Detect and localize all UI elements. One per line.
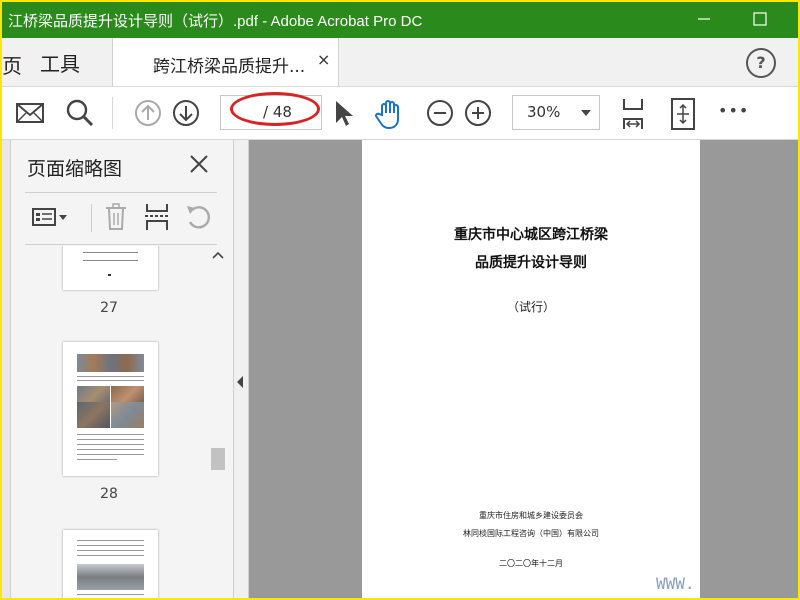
email-icon[interactable]	[14, 97, 46, 133]
zoom-out-icon[interactable]	[424, 97, 456, 133]
panel-toolbar	[11, 198, 233, 238]
chevron-left-icon	[237, 376, 243, 388]
more-options-icon[interactable]: •••	[718, 101, 749, 120]
thumbnail-options-icon[interactable]	[31, 206, 71, 234]
thumbnail-list: 27 28	[11, 246, 207, 598]
document-page: 重庆市中心城区跨江桥梁 品质提升设计导则 （试行） 重庆市住房和城乡建设委员会 …	[362, 140, 700, 598]
panel-tool-separator	[91, 204, 92, 232]
tab-bar: 页 工具 跨江桥梁品质提升... × ?	[2, 38, 798, 87]
chevron-down-icon	[581, 110, 591, 116]
fit-width-icon[interactable]	[618, 97, 648, 135]
hand-tool-icon[interactable]	[374, 97, 408, 135]
fit-page-icon[interactable]	[668, 97, 698, 135]
extract-pages-icon[interactable]	[143, 202, 171, 236]
watermark: WWW.	[656, 574, 695, 593]
minimize-button[interactable]	[692, 8, 716, 30]
delete-page-icon[interactable]	[103, 202, 129, 236]
document-subtitle: （试行）	[506, 300, 555, 314]
rotate-icon[interactable]	[183, 202, 213, 236]
document-title-line-2: 品质提升设计导则	[475, 255, 587, 271]
thumbnail-page[interactable]	[63, 246, 158, 290]
search-icon[interactable]	[64, 97, 96, 133]
thumbnail-page[interactable]	[63, 530, 158, 598]
close-tab-icon[interactable]: ×	[317, 50, 330, 69]
document-issuer-2: 林同棪国际工程咨询（中国）有限公司	[463, 529, 599, 538]
panel-divider	[25, 244, 217, 245]
scrollbar-thumb[interactable]	[211, 448, 225, 470]
panel-collapse-handle[interactable]	[234, 140, 249, 598]
thumbnails-panel: 页面缩略图 27 28	[11, 140, 234, 598]
document-viewer[interactable]: 重庆市中心城区跨江桥梁 品质提升设计导则 （试行） 重庆市住房和城乡建设委员会 …	[249, 140, 798, 598]
highlight-ring	[230, 92, 320, 126]
select-cursor-icon[interactable]	[330, 97, 358, 133]
panel-divider	[25, 192, 217, 193]
help-icon[interactable]: ?	[746, 48, 776, 78]
next-page-icon[interactable]	[170, 97, 202, 133]
tab-tools[interactable]: 工具	[40, 48, 80, 77]
tab-document[interactable]: 跨江桥梁品质提升... ×	[112, 38, 339, 86]
thumbnail-scrollbar[interactable]	[207, 246, 229, 598]
document-title-line-1: 重庆市中心城区跨江桥梁	[454, 227, 608, 243]
zoom-in-icon[interactable]	[462, 97, 494, 133]
thumbnail-page-number: 27	[100, 300, 118, 316]
close-panel-icon[interactable]	[187, 152, 211, 180]
toolbar: / 48 30% •••	[2, 87, 798, 140]
navigation-strip	[2, 140, 11, 598]
previous-page-icon[interactable]	[132, 97, 164, 133]
document-date: 二〇二〇年十二月	[499, 559, 563, 568]
thumbnail-page[interactable]	[63, 342, 158, 476]
tab-home[interactable]: 页	[2, 50, 22, 79]
zoom-value: 30%	[527, 103, 561, 121]
panel-title: 页面缩略图	[27, 158, 123, 180]
zoom-select[interactable]: 30%	[512, 95, 600, 130]
thumbnail-page-number: 28	[100, 486, 118, 502]
toolbar-separator	[112, 97, 113, 129]
app-window: 江桥梁品质提升设计导则（试行）.pdf - Adobe Acrobat Pro …	[0, 0, 800, 600]
maximize-button[interactable]	[748, 8, 772, 30]
window-title: 江桥梁品质提升设计导则（试行）.pdf - Adobe Acrobat Pro …	[8, 13, 423, 30]
title-bar: 江桥梁品质提升设计导则（试行）.pdf - Adobe Acrobat Pro …	[2, 2, 798, 38]
scroll-up-icon[interactable]	[207, 246, 229, 266]
document-tab-label: 跨江桥梁品质提升...	[153, 57, 306, 77]
document-issuer-1: 重庆市住房和城乡建设委员会	[479, 511, 583, 520]
